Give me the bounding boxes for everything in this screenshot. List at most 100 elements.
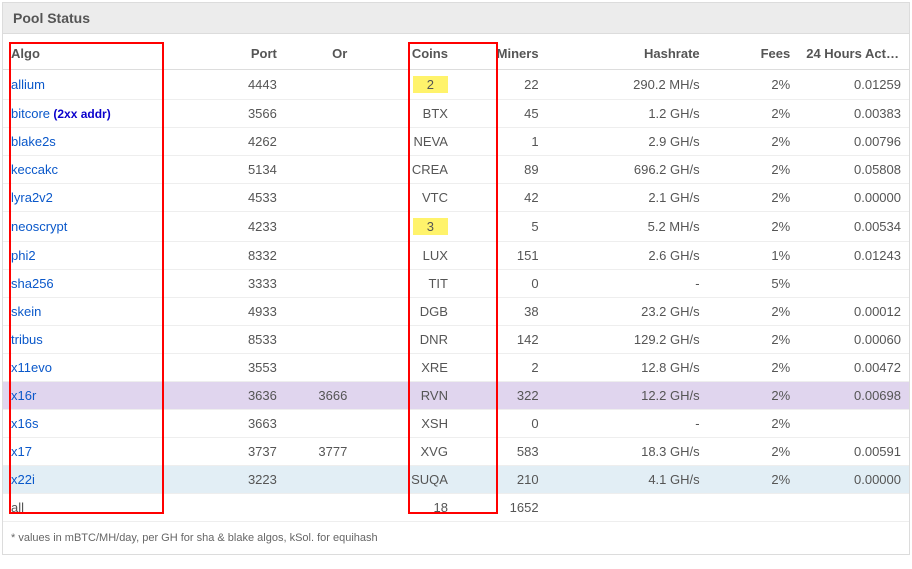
cell-fees: 2% <box>708 100 799 128</box>
col-header-port[interactable]: Port <box>154 40 285 70</box>
cell-coins: XRE <box>355 354 456 382</box>
cell-fees: 2% <box>708 382 799 410</box>
cell-algo: blake2s <box>3 128 154 156</box>
cell-hashrate: 290.2 MH/s <box>547 70 708 100</box>
algo-link[interactable]: x11evo <box>11 360 52 375</box>
cell-or <box>285 128 355 156</box>
cell-miners: 45 <box>456 100 547 128</box>
cell-24h-actual: 0.01259 <box>798 70 909 100</box>
cell-fees: 1% <box>708 242 799 270</box>
col-header-coins[interactable]: Coins <box>355 40 456 70</box>
algo-link[interactable]: allium <box>11 77 45 92</box>
col-header-or[interactable]: Or <box>285 40 355 70</box>
algo-link[interactable]: sha256 <box>11 276 54 291</box>
cell-algo: x16r <box>3 382 154 410</box>
cell-or <box>285 270 355 298</box>
algo-link[interactable]: neoscrypt <box>11 219 67 234</box>
cell-24h-actual: 0.00383 <box>798 100 909 128</box>
cell-24h-actual: 0.00012 <box>798 298 909 326</box>
cell-hashrate: 129.2 GH/s <box>547 326 708 354</box>
col-header-fees[interactable]: Fees <box>708 40 799 70</box>
cell-hashrate: 4.1 GH/s <box>547 466 708 494</box>
algo-link[interactable]: x16s <box>11 416 38 431</box>
algo-link[interactable]: blake2s <box>11 134 56 149</box>
cell-algo: phi2 <box>3 242 154 270</box>
cell-total-coins: 18 <box>355 494 456 522</box>
coins-highlight: 2 <box>413 76 448 93</box>
totals-row: all181652 <box>3 494 909 522</box>
addr-note: (2xx addr) <box>50 107 111 121</box>
cell-24h-actual: 0.00000 <box>798 466 909 494</box>
cell-miners: 42 <box>456 184 547 212</box>
cell-port: 3333 <box>154 270 285 298</box>
col-header-24h[interactable]: 24 Hours Actual* <box>798 40 909 70</box>
table-row: x1737373777XVG58318.3 GH/s2%0.00591 <box>3 438 909 466</box>
cell-fees: 2% <box>708 326 799 354</box>
cell-coins: 3 <box>355 212 456 242</box>
cell-24h-actual: 0.00060 <box>798 326 909 354</box>
cell-algo: allium <box>3 70 154 100</box>
cell-coins: DGB <box>355 298 456 326</box>
cell-hashrate: 2.9 GH/s <box>547 128 708 156</box>
cell-algo: neoscrypt <box>3 212 154 242</box>
cell-or <box>285 156 355 184</box>
cell-miners: 89 <box>456 156 547 184</box>
cell-algo: x17 <box>3 438 154 466</box>
cell-coins: NEVA <box>355 128 456 156</box>
cell-miners: 1 <box>456 128 547 156</box>
table-row: sha2563333TIT0-5% <box>3 270 909 298</box>
cell-24h-actual: 0.00698 <box>798 382 909 410</box>
cell-fees: 2% <box>708 70 799 100</box>
algo-link[interactable]: bitcore <box>11 106 50 121</box>
cell-miners: 151 <box>456 242 547 270</box>
cell-total-port <box>154 494 285 522</box>
cell-algo: keccakc <box>3 156 154 184</box>
cell-algo: x11evo <box>3 354 154 382</box>
cell-hashrate: 12.2 GH/s <box>547 382 708 410</box>
cell-miners: 2 <box>456 354 547 382</box>
algo-link[interactable]: skein <box>11 304 41 319</box>
cell-total-or <box>285 494 355 522</box>
cell-or <box>285 298 355 326</box>
cell-or: 3777 <box>285 438 355 466</box>
col-header-algo[interactable]: Algo <box>3 40 154 70</box>
cell-algo: bitcore (2xx addr) <box>3 100 154 128</box>
cell-port: 3553 <box>154 354 285 382</box>
algo-link[interactable]: phi2 <box>11 248 36 263</box>
cell-coins: TIT <box>355 270 456 298</box>
algo-link[interactable]: x16r <box>11 388 36 403</box>
cell-hashrate: - <box>547 270 708 298</box>
cell-total-label: all <box>3 494 154 522</box>
cell-port: 3223 <box>154 466 285 494</box>
cell-or <box>285 410 355 438</box>
table-row: allium4443222290.2 MH/s2%0.01259 <box>3 70 909 100</box>
table-row: keccakc5134CREA89696.2 GH/s2%0.05808 <box>3 156 909 184</box>
cell-coins: RVN <box>355 382 456 410</box>
cell-24h-actual: 0.00591 <box>798 438 909 466</box>
cell-total-24h <box>798 494 909 522</box>
cell-or <box>285 466 355 494</box>
cell-hashrate: 23.2 GH/s <box>547 298 708 326</box>
cell-24h-actual: 0.00472 <box>798 354 909 382</box>
cell-fees: 2% <box>708 184 799 212</box>
cell-or <box>285 212 355 242</box>
cell-or: 3666 <box>285 382 355 410</box>
algo-link[interactable]: tribus <box>11 332 43 347</box>
col-header-miners[interactable]: Miners <box>456 40 547 70</box>
table-row: x11evo3553XRE212.8 GH/s2%0.00472 <box>3 354 909 382</box>
cell-port: 8533 <box>154 326 285 354</box>
algo-link[interactable]: keccakc <box>11 162 58 177</box>
cell-coins: SUQA <box>355 466 456 494</box>
pool-status-table: Algo Port Or Coins Miners Hashrate Fees … <box>3 40 909 522</box>
panel-body: Algo Port Or Coins Miners Hashrate Fees … <box>3 34 909 554</box>
algo-link[interactable]: x22i <box>11 472 35 487</box>
table-row: blake2s4262NEVA12.9 GH/s2%0.00796 <box>3 128 909 156</box>
cell-hashrate: 18.3 GH/s <box>547 438 708 466</box>
cell-hashrate: - <box>547 410 708 438</box>
cell-fees: 2% <box>708 438 799 466</box>
algo-link[interactable]: lyra2v2 <box>11 190 53 205</box>
algo-link[interactable]: x17 <box>11 444 32 459</box>
cell-coins: 2 <box>355 70 456 100</box>
col-header-hashrate[interactable]: Hashrate <box>547 40 708 70</box>
cell-fees: 2% <box>708 410 799 438</box>
